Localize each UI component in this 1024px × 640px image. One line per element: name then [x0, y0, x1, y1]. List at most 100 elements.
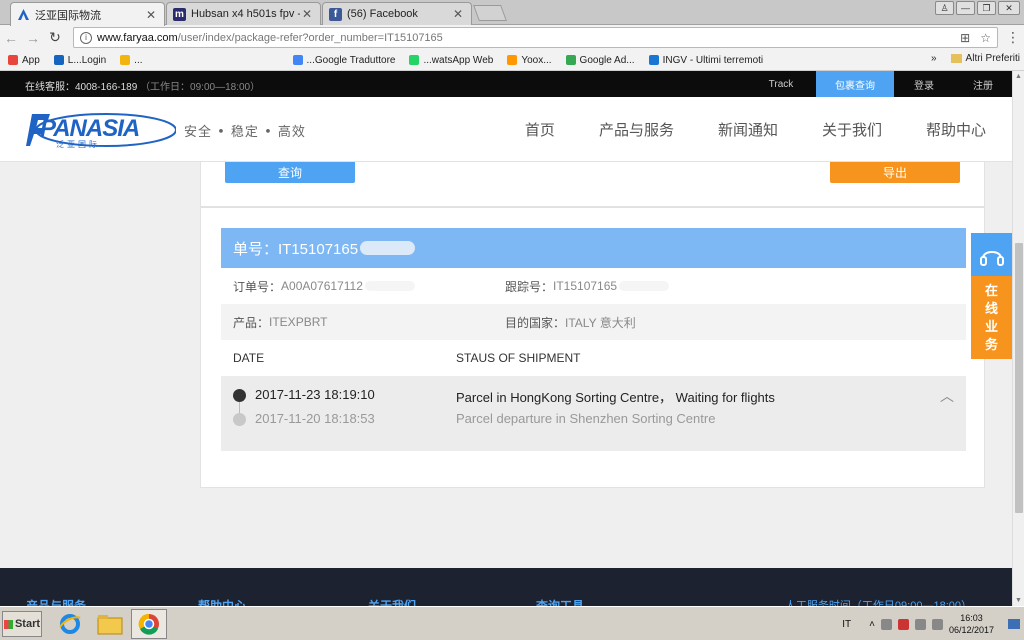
network-icon[interactable] — [914, 618, 926, 630]
close-icon[interactable]: ✕ — [300, 7, 314, 21]
export-button[interactable]: 导出 — [830, 162, 960, 183]
track-no-value: IT15107165 — [553, 279, 618, 293]
reload-icon[interactable]: ↻ — [44, 29, 66, 46]
tray-expand-icon[interactable]: ˄ — [869, 619, 875, 630]
bookmark-favicon-icon — [565, 55, 576, 65]
tracking-result: 单号：IT15107165 订单号： A00A07617112 跟踪号： IT1… — [200, 207, 985, 488]
nav-products[interactable]: 产品与服务 — [599, 97, 674, 162]
nav-about[interactable]: 关于我们 — [822, 97, 882, 162]
query-panel: 查询 导出 — [200, 162, 985, 207]
customer-service-button[interactable] — [971, 233, 1012, 279]
bookmark-label: INGV - Ultimi terremoti — [662, 54, 764, 66]
event-status: Parcel in HongKong Sorting Centre， Waiti… — [456, 390, 775, 405]
toplink-login[interactable]: 登录 — [894, 71, 954, 97]
site-topbar: 在线客服：4008-166-189 （工作日：09:00—18:00） Trac… — [0, 71, 1012, 97]
user-icon[interactable]: ♙ — [935, 1, 954, 15]
event-date: 2017-11-20 18:18:53 — [255, 411, 375, 426]
taskbar: Start IT ˄ 16:03 06/12/2017 — [0, 606, 1024, 640]
tab-facebook[interactable]: f (56) Facebook ✕ — [322, 2, 472, 25]
minimize-icon[interactable]: — — [956, 1, 975, 15]
order-no-value: A00A07617112 — [281, 279, 363, 293]
bookmark-apps[interactable]: App — [8, 55, 40, 66]
forward-arrow-icon[interactable]: → — [22, 30, 44, 46]
bookmark-item[interactable]: L...Login — [53, 55, 106, 66]
explorer-icon[interactable] — [92, 609, 128, 639]
online-char: 务 — [984, 336, 998, 352]
tracking-number-header: 单号：IT15107165 — [221, 228, 966, 268]
clock[interactable]: 16:03 06/12/2017 — [949, 612, 994, 636]
other-bookmarks[interactable]: Altri Preferiti — [966, 53, 1020, 64]
footer-heading-about: 关于我们 — [368, 599, 417, 606]
toplink-register[interactable]: 注册 — [954, 71, 1012, 97]
site-footer: 产品与服务 帮助中心 关于我们 查询工具 人工服务时间（工作日09:00—18:… — [0, 568, 1012, 606]
bookmark-favicon-icon — [120, 55, 131, 65]
bookmarks-bar: App L...Login ... ...Google Traduttore .… — [0, 50, 1024, 71]
flag-icon[interactable] — [880, 618, 892, 630]
top-links: Track 包裹查询 登录 注册 — [746, 71, 1012, 97]
event-date: 2017-11-23 18:19:10 — [255, 387, 375, 402]
timeline-dot-current — [233, 389, 246, 402]
bookmark-label: App — [22, 54, 40, 66]
order-no-label: 订单号： — [233, 279, 282, 294]
translate-icon[interactable]: ⊞ — [960, 31, 970, 45]
close-icon[interactable]: ✕ — [998, 1, 1020, 15]
hubsan-icon: m — [173, 7, 186, 21]
star-icon[interactable]: ☆ — [980, 31, 991, 45]
menu-dots-icon[interactable]: ⋮ — [1006, 29, 1020, 46]
close-icon[interactable]: ✕ — [144, 8, 158, 22]
clock-time: 16:03 — [960, 613, 983, 623]
destination-label: 目的国家： — [505, 315, 566, 330]
bookmark-item[interactable]: Google Ad... — [565, 54, 635, 66]
back-arrow-icon[interactable]: ← — [0, 30, 22, 46]
address-bar[interactable]: i www.faryaa.com /user/index/package-ref… — [73, 27, 998, 48]
panasia-icon — [17, 8, 30, 21]
timeline-dot — [233, 413, 246, 426]
scroll-up-arrow-icon[interactable]: ▲ — [1015, 73, 1022, 80]
toplink-package-query[interactable]: 包裹查询 — [816, 71, 894, 97]
bookmark-label: Google Ad... — [579, 54, 635, 66]
scroll-thumb[interactable] — [1015, 243, 1023, 513]
main-nav: 首页 产品与服务 新闻通知 关于我们 帮助中心 — [481, 97, 986, 162]
bookmarks-more-button[interactable]: » — [931, 53, 937, 64]
hotline: 在线客服：4008-166-189 （工作日：09:00—18:00） — [25, 78, 260, 93]
track-no-label: 跟踪号： — [505, 279, 554, 294]
bookmark-item[interactable]: ...watsApp Web — [409, 55, 493, 66]
panasia-logo[interactable]: PANASIA 泛亚国际 — [26, 106, 177, 152]
bookmark-item[interactable]: ... — [120, 54, 143, 66]
info-icon[interactable]: i — [80, 31, 92, 44]
logo-subtext: 泛亚国际 — [56, 140, 100, 149]
tab-hubsan[interactable]: m Hubsan x4 h501s fpv - Pagi ✕ — [166, 2, 321, 25]
query-button[interactable]: 查询 — [225, 162, 355, 183]
redacted-mark — [619, 281, 670, 291]
bookmark-item[interactable]: ...Google Traduttore — [292, 55, 395, 66]
maximize-icon[interactable]: ❐ — [977, 1, 996, 15]
footer-heading-help: 帮助中心 — [198, 599, 247, 606]
tab-title: (56) Facebook — [347, 8, 418, 20]
page-scrollbar[interactable]: ▲ ▼ — [1012, 71, 1024, 606]
bookmark-favicon-icon — [409, 55, 420, 65]
nav-home[interactable]: 首页 — [525, 97, 555, 162]
ie-icon[interactable] — [52, 609, 88, 639]
chrome-icon[interactable] — [131, 609, 167, 639]
show-desktop-icon[interactable] — [1008, 619, 1020, 629]
nav-news[interactable]: 新闻通知 — [718, 97, 778, 162]
bookmark-item[interactable]: INGV - Ultimi terremoti — [648, 54, 764, 66]
toplink-track[interactable]: Track — [746, 71, 816, 97]
footer-service-hours: 人工服务时间（工作日09:00—18:00） — [784, 600, 972, 606]
new-tab-button[interactable] — [473, 5, 507, 21]
battery-icon[interactable] — [897, 618, 909, 630]
clock-date: 06/12/2017 — [948, 625, 994, 635]
start-button[interactable]: Start — [2, 611, 42, 637]
nav-help[interactable]: 帮助中心 — [926, 97, 986, 162]
online-business-button[interactable]: 在 线 业 务 — [971, 276, 1012, 359]
bookmark-label: ... — [134, 54, 143, 66]
events-timeline[interactable]: 2017-11-23 18:19:10 Parcel in HongKong S… — [221, 376, 966, 451]
chevron-up-icon[interactable]: ︿ — [940, 386, 954, 406]
scroll-down-arrow-icon[interactable]: ▼ — [1015, 597, 1022, 604]
tab-panasia[interactable]: 泛亚国际物流 ✕ — [10, 2, 165, 26]
language-indicator[interactable]: IT — [842, 619, 851, 630]
volume-icon[interactable] — [931, 618, 943, 630]
bookmark-item[interactable]: Yoox... — [507, 55, 552, 66]
close-icon[interactable]: ✕ — [451, 7, 465, 21]
apps-grid-icon — [8, 55, 18, 65]
